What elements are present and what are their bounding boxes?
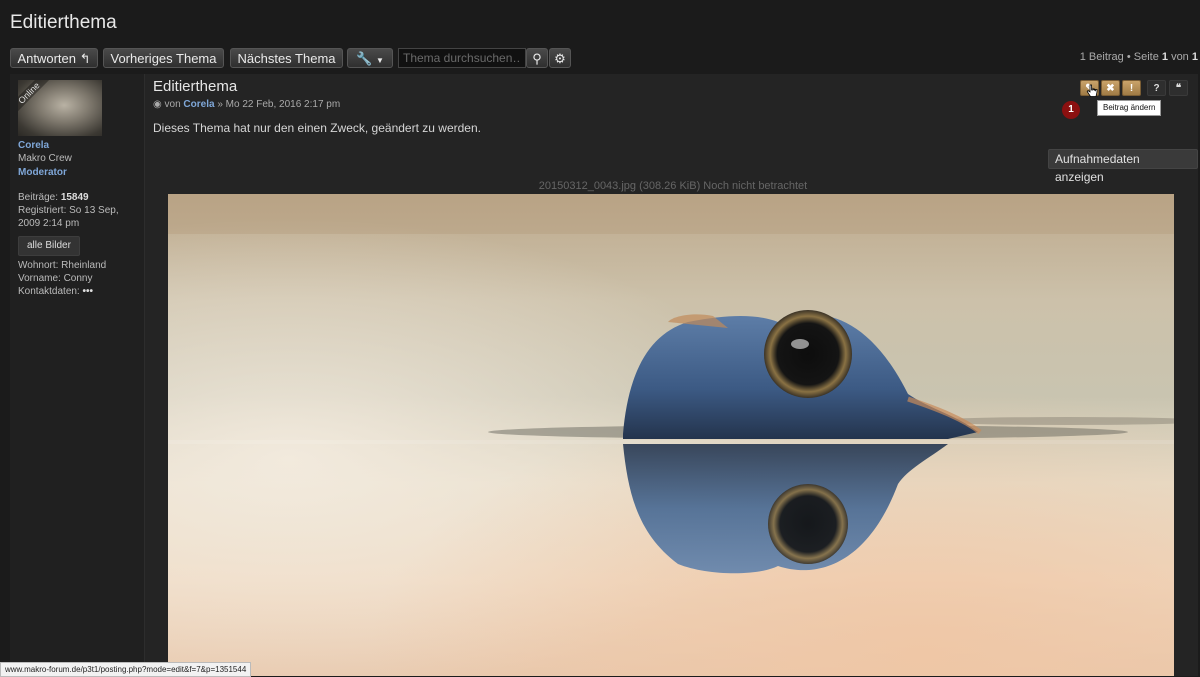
post-icon: ◉ [153, 99, 162, 110]
profile-location: Wohnort: Rheinland [18, 260, 107, 271]
reply-button[interactable]: Antworten ↰ [10, 48, 98, 68]
online-badge: Online [18, 80, 51, 115]
frog-photo[interactable] [168, 194, 1174, 676]
post-profile: Online Corela Makro Crew Moderator Beitr… [10, 74, 145, 676]
delete-post-button[interactable]: ✖ [1101, 80, 1120, 96]
attachment-caption: 20150312_0043.jpg (308.26 KiB) Noch nich… [538, 180, 808, 192]
post-title[interactable]: Editierthema [153, 78, 237, 95]
profile-posts-label: Beiträge: [18, 192, 59, 203]
hand-cursor-icon [1086, 84, 1098, 97]
post-date: » Mo 22 Feb, 2016 2:17 pm [217, 99, 341, 110]
profile-rank: Makro Crew [18, 153, 72, 164]
chevron-down-icon: ▼ [375, 56, 384, 65]
profile-contact: Kontaktdaten: ••• [18, 286, 93, 297]
status-bar-url: www.makro-forum.de/p3t1/posting.php?mode… [0, 662, 252, 677]
quote-post-button[interactable]: ❝ [1169, 80, 1188, 96]
profile-registered-line2: 2009 2:14 pm [18, 218, 80, 229]
profile-first-name: Vorname: Conny [18, 273, 93, 284]
avatar[interactable]: Online [18, 80, 102, 136]
next-topic-button[interactable]: Nächstes Thema [230, 48, 343, 68]
post: Online Corela Makro Crew Moderator Beitr… [10, 74, 1198, 676]
edit-tooltip: Beitrag ändern [1097, 100, 1162, 116]
post-author-link[interactable]: Corela [183, 99, 214, 110]
search-button[interactable]: ⚲ [526, 48, 548, 68]
pagination-total: 1 [1191, 51, 1198, 63]
profile-username[interactable]: Corela [18, 140, 49, 151]
show-exif-button[interactable]: Aufnahmedaten anzeigen [1048, 149, 1198, 184]
post-meta-by: von [164, 99, 181, 110]
profile-contact-label: Kontaktdaten: [18, 286, 80, 297]
all-pictures-button[interactable]: alle Bilder [18, 236, 80, 256]
report-post-button[interactable]: ? [1147, 80, 1166, 96]
profile-posts: Beiträge: 15849 [18, 192, 89, 203]
profile-role[interactable]: Moderator [18, 167, 67, 178]
delete-icon: ✖ [1106, 83, 1115, 94]
search-icon: ⚲ [532, 51, 542, 66]
quote-icon: ❝ [1175, 83, 1182, 94]
profile-registered-line1: Registriert: So 13 Sep, [18, 205, 119, 216]
previous-topic-button[interactable]: Vorheriges Thema [103, 48, 224, 68]
reply-arrow-icon: ↰ [79, 51, 91, 66]
tools-dropdown-button[interactable]: 🔧 ▼ [347, 48, 393, 68]
gear-icon: ⚙ [554, 51, 566, 66]
annotation-marker: 1 [1062, 101, 1080, 119]
pagination-current: 1 [1161, 51, 1168, 63]
topic-toolbar: Antworten ↰ Vorheriges Thema Nächstes Th… [10, 48, 1200, 70]
help-icon: ? [1153, 83, 1160, 94]
info-post-button[interactable]: ! [1122, 80, 1141, 96]
advanced-search-button[interactable]: ⚙ [549, 48, 571, 68]
pagination-prefix: 1 Beitrag • Seite [1079, 51, 1159, 63]
info-icon: ! [1129, 83, 1134, 94]
topic-search-input[interactable] [398, 48, 526, 68]
reply-button-label: Antworten [17, 51, 76, 66]
contact-more-icon[interactable]: ••• [83, 286, 94, 297]
profile-posts-value[interactable]: 15849 [61, 192, 89, 203]
post-meta: ◉ von Corela » Mo 22 Feb, 2016 2:17 pm [153, 99, 340, 110]
wrench-icon: 🔧 [356, 51, 373, 66]
pagination-of: von [1171, 51, 1189, 63]
page-title: Editierthema [10, 12, 117, 33]
pagination-info: 1 Beitrag • Seite 1 von 1 [1080, 51, 1198, 63]
post-body-text: Dieses Thema hat nur den einen Zweck, ge… [153, 121, 481, 135]
